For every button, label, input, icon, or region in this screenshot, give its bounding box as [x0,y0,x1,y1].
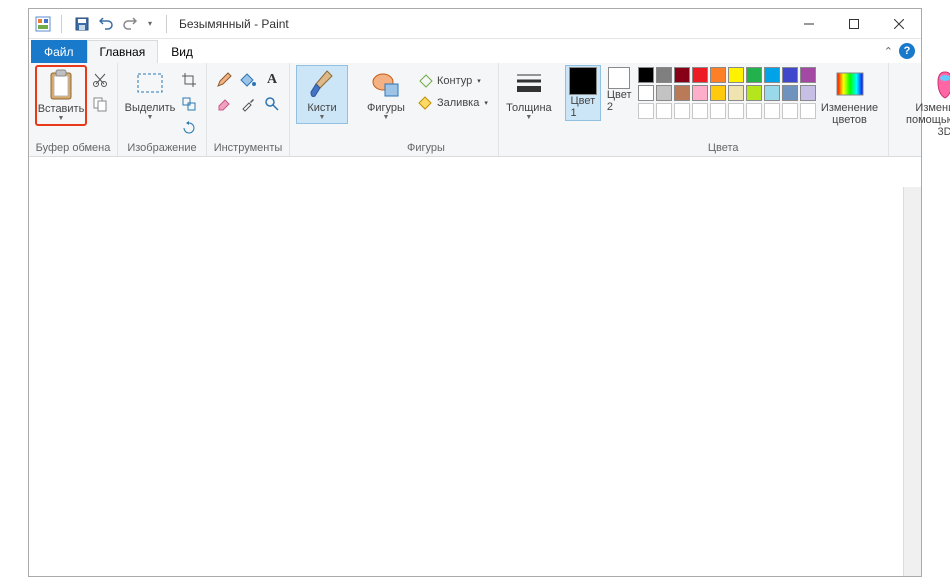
clipboard-icon [45,69,77,101]
color2-swatch [608,67,630,89]
shape-outline-button[interactable]: Контур▾ [414,71,492,91]
tab-file[interactable]: Файл [31,40,87,63]
size-button[interactable]: Толщина ▼ [505,65,553,124]
fill-tool[interactable] [237,69,259,91]
chevron-down-icon: ▼ [147,114,154,121]
color-palette [638,65,816,119]
chevron-down-icon: ▼ [383,114,390,121]
ribbon-collapse-button[interactable]: ⌃ [884,45,893,58]
qat-redo-button[interactable] [120,14,140,34]
shapes-gallery-button[interactable]: Фигуры ▼ [360,65,412,124]
group-size: Толщина ▼ [499,63,559,156]
color-swatch[interactable] [782,85,798,101]
color-swatch[interactable] [638,85,654,101]
color-swatch[interactable] [782,67,798,83]
shape-fill-button[interactable]: Заливка▾ [414,93,492,113]
color-swatch[interactable] [746,85,762,101]
magnifier-tool[interactable] [261,93,283,115]
maximize-button[interactable] [831,9,876,38]
color-swatch[interactable] [692,67,708,83]
outline-icon [418,73,434,89]
minimize-button[interactable] [786,9,831,38]
group-brushes: Кисти ▼ [290,63,354,156]
group-colors: Цвет 1 Цвет 2 Изменение цветов Цвета [559,63,889,156]
paint3d-button[interactable]: Изменить с помощью Paint 3D [895,65,950,141]
color-swatch[interactable] [638,67,654,83]
titlebar: ▾ Безымянный - Paint [29,9,921,39]
close-button[interactable] [876,9,921,38]
custom-color-slot[interactable] [746,103,762,119]
brush-icon [306,68,338,100]
color2-button[interactable]: Цвет 2 [603,65,636,115]
color-swatch[interactable] [674,67,690,83]
custom-color-slot[interactable] [692,103,708,119]
color-swatch[interactable] [764,85,780,101]
color-swatch[interactable] [764,67,780,83]
group-shapes: Фигуры ▼ Контур▾ Заливка▾ Фигуры [354,63,499,156]
color-swatch[interactable] [656,85,672,101]
paint3d-icon [929,68,950,100]
qat-save-button[interactable] [72,14,92,34]
custom-color-slot[interactable] [782,103,798,119]
resize-button[interactable] [178,93,200,115]
shapes-icon [370,68,402,100]
color-swatch[interactable] [746,67,762,83]
group-paint3d: Изменить с помощью Paint 3D [889,63,950,156]
custom-color-slot[interactable] [656,103,672,119]
color1-swatch [569,67,597,95]
custom-color-slot[interactable] [674,103,690,119]
help-button[interactable]: ? [899,43,915,59]
cut-button[interactable] [89,69,111,91]
color-swatch[interactable] [656,67,672,83]
custom-color-slot[interactable] [710,103,726,119]
edit-colors-button[interactable]: Изменение цветов [818,65,882,129]
select-rect-icon [134,68,166,100]
qat-undo-button[interactable] [96,14,116,34]
text-tool[interactable]: A [261,69,283,91]
custom-color-slot[interactable] [728,103,744,119]
custom-color-slot[interactable] [764,103,780,119]
select-button[interactable]: Выделить ▼ [124,65,176,124]
brushes-button[interactable]: Кисти ▼ [296,65,348,124]
pencil-tool[interactable] [213,69,235,91]
custom-color-slot[interactable] [800,103,816,119]
chevron-down-icon: ▼ [525,114,532,121]
rotate-button[interactable] [178,117,200,139]
color-picker-tool[interactable] [237,93,259,115]
quick-access-toolbar: ▾ [29,14,179,34]
color-swatch[interactable] [710,67,726,83]
chevron-down-icon: ▼ [319,114,326,121]
vertical-scrollbar[interactable] [906,191,919,291]
canvas-area[interactable] [29,157,921,576]
color-swatch[interactable] [800,85,816,101]
fill-icon [418,95,434,111]
color-swatch[interactable] [692,85,708,101]
window-title: Безымянный - Paint [179,17,289,31]
group-tools: A Инструменты [207,63,290,156]
ribbon: Вставить ▼ Буфер обмена Выделить ▼ [29,63,921,157]
color-swatch[interactable] [728,85,744,101]
chevron-down-icon: ▼ [58,115,65,122]
qat-customize-button[interactable]: ▾ [144,14,156,34]
color-swatch[interactable] [710,85,726,101]
color-swatch[interactable] [800,67,816,83]
paste-button[interactable]: Вставить ▼ [35,65,87,126]
window-controls [786,9,921,38]
copy-button[interactable] [89,93,111,115]
color-swatch[interactable] [674,85,690,101]
app-window: ▾ Безымянный - Paint Файл Главная Вид ⌃ … [28,8,922,577]
eraser-tool[interactable] [213,93,235,115]
tab-view[interactable]: Вид [158,40,206,63]
edit-colors-icon [834,68,866,100]
tab-home[interactable]: Главная [87,40,159,63]
line-weight-icon [513,68,545,100]
group-clipboard: Вставить ▼ Буфер обмена [29,63,118,156]
group-image: Выделить ▼ Изображение [118,63,207,156]
custom-color-slot[interactable] [638,103,654,119]
color-swatch[interactable] [728,67,744,83]
color1-button[interactable]: Цвет 1 [565,65,601,121]
crop-button[interactable] [178,69,200,91]
app-icon [35,16,51,32]
ribbon-tabs: Файл Главная Вид ⌃ ? [29,39,921,63]
